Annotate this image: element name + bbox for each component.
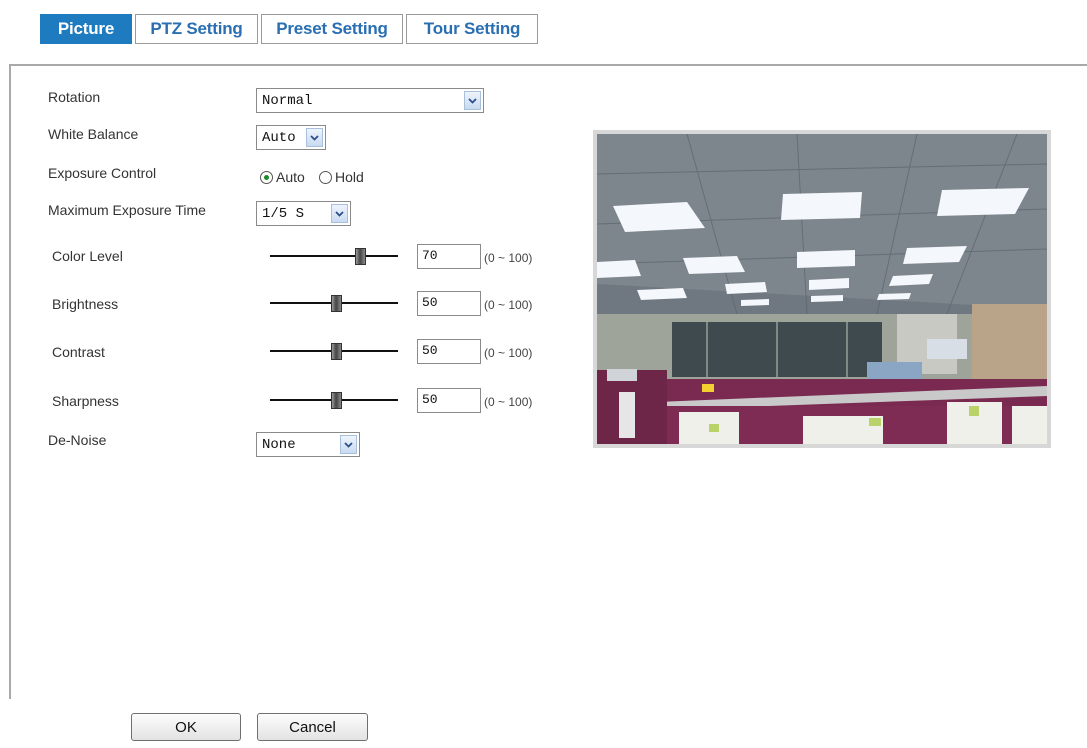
max-exposure-time-label: Maximum Exposure Time [48,202,206,218]
chevron-down-icon [306,128,323,147]
max-exposure-time-select[interactable]: 1/5 S [256,201,351,226]
rotation-select[interactable]: Normal [256,88,484,113]
chevron-down-icon [331,204,348,223]
exposure-hold-label: Hold [335,169,364,185]
de-noise-value: None [262,437,296,453]
exposure-auto-label: Auto [276,169,305,185]
exposure-hold-radio[interactable]: Hold [319,169,364,185]
sharpness-slider[interactable] [270,390,398,410]
de-noise-label: De-Noise [48,432,107,448]
slider-thumb[interactable] [331,343,342,360]
tab-picture[interactable]: Picture [40,14,132,44]
slider-thumb[interactable] [355,248,366,265]
office-scene-graphic [597,134,1047,444]
contrast-label: Contrast [52,344,105,360]
tab-preset-setting[interactable]: Preset Setting [261,14,403,44]
tab-tour-setting[interactable]: Tour Setting [406,14,538,44]
sharpness-range: (0 ~ 100) [484,395,533,409]
de-noise-select[interactable]: None [256,432,360,457]
exposure-auto-radio[interactable]: Auto [260,169,305,185]
chevron-down-icon [340,435,357,454]
cancel-button[interactable]: Cancel [257,713,368,741]
sharpness-input[interactable]: 50 [417,388,481,413]
tab-ptz-setting[interactable]: PTZ Setting [135,14,258,44]
brightness-input[interactable]: 50 [417,291,481,316]
brightness-range: (0 ~ 100) [484,298,533,312]
color-level-label: Color Level [52,248,123,264]
camera-preview-image [593,130,1051,448]
max-exposure-time-value: 1/5 S [262,206,305,222]
exposure-control-label: Exposure Control [48,165,157,181]
tab-bar: Picture PTZ Setting Preset Setting Tour … [40,14,541,44]
rotation-value: Normal [262,93,313,109]
color-level-input[interactable]: 70 [417,244,481,269]
radio-checked-icon [260,170,273,184]
ok-button[interactable]: OK [131,713,241,741]
contrast-slider[interactable] [270,341,398,361]
white-balance-value: Auto [262,130,296,146]
brightness-slider[interactable] [270,293,398,313]
white-balance-label: White Balance [48,126,139,142]
slider-thumb[interactable] [331,392,342,409]
white-balance-select[interactable]: Auto [256,125,326,150]
chevron-down-icon [464,91,481,110]
color-level-slider[interactable] [270,246,398,266]
radio-unchecked-icon [319,170,332,184]
color-level-range: (0 ~ 100) [484,251,533,265]
contrast-range: (0 ~ 100) [484,346,533,360]
brightness-label: Brightness [52,296,119,312]
sharpness-label: Sharpness [52,393,119,409]
contrast-input[interactable]: 50 [417,339,481,364]
rotation-label: Rotation [48,89,101,105]
slider-thumb[interactable] [331,295,342,312]
